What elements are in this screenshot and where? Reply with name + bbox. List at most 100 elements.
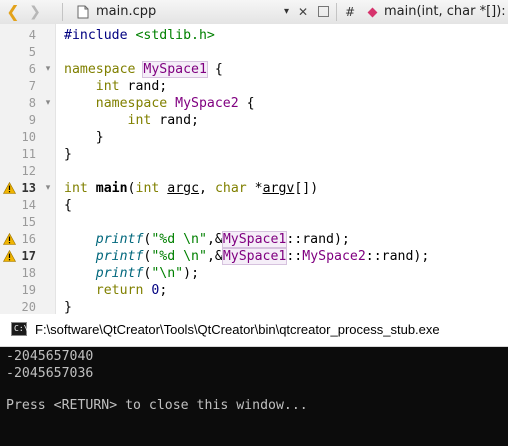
code-token: ::rand); [286, 232, 350, 247]
console-window[interactable]: C:\ F:\software\QtCreator\Tools\QtCreato… [0, 314, 508, 446]
code-token: ,& [206, 249, 223, 264]
code-token: []) [294, 181, 319, 196]
code-line[interactable]: 4 #include <stdlib.h> [0, 27, 508, 44]
code-token: :: [286, 249, 303, 264]
code-token: { [64, 198, 72, 213]
code-token: MySpace1 [221, 248, 288, 265]
line-number: 12 [21, 164, 36, 178]
code-token: , [199, 181, 215, 196]
code-token: ::rand); [365, 249, 430, 264]
line-number: 7 [28, 79, 36, 93]
line-number: 13 [21, 181, 36, 195]
fold-marker-icon[interactable]: ▾ [43, 95, 53, 112]
code-token: main [95, 181, 128, 196]
code-line[interactable]: 7 int rand; [0, 78, 508, 95]
code-token: printf [95, 249, 144, 264]
code-token: "%d \n" [151, 232, 207, 247]
code-token: MySpace2 [302, 249, 366, 264]
code-text: { [64, 197, 72, 214]
code-line[interactable]: 17 printf("%d \n",&MySpace1::MySpace2::r… [0, 248, 508, 265]
code-text: namespace MySpace2 { [64, 95, 255, 112]
line-number: 5 [28, 45, 36, 59]
code-line[interactable]: 18 printf("\n"); [0, 265, 508, 282]
console-prompt-line: Press <RETURN> to close this window... [6, 398, 308, 413]
code-token: MySpace1 [142, 61, 208, 78]
toolbar-divider [62, 3, 63, 21]
code-token: ); [183, 266, 200, 281]
code-line[interactable]: 5 [0, 44, 508, 61]
line-number: 10 [21, 130, 36, 144]
forward-arrow-icon[interactable]: ❯ [28, 0, 42, 24]
fold-marker-icon[interactable]: ▾ [43, 180, 53, 197]
code-token: return [95, 283, 144, 298]
line-number: 18 [21, 266, 36, 280]
line-number: 15 [21, 215, 36, 229]
code-token: <stdlib.h> [135, 28, 215, 43]
line-number: 14 [21, 198, 36, 212]
code-token: int [64, 181, 88, 196]
code-line[interactable]: 20} [0, 299, 508, 314]
code-line[interactable]: 12 [0, 163, 508, 180]
code-line[interactable]: 10 } [0, 129, 508, 146]
code-editor[interactable]: 4 #include <stdlib.h> 5 6 ▾ namespace MySpace… [0, 24, 508, 314]
line-number: 9 [28, 113, 36, 127]
code-token: } [64, 147, 72, 162]
code-token: int [95, 79, 120, 94]
line-number: 8 [28, 96, 36, 110]
back-arrow-icon[interactable]: ❮ [2, 0, 24, 24]
console-icon-label: C:\ [14, 324, 29, 333]
function-symbol-icon [367, 7, 378, 18]
code-line[interactable]: 8 ▾ namespace MySpace2 { [0, 95, 508, 112]
fold-marker-icon[interactable]: ▾ [43, 61, 53, 78]
code-token: namespace [95, 96, 176, 111]
current-symbol-selector[interactable]: main(int, char *[]): int [384, 0, 508, 24]
line-number: 11 [21, 147, 36, 161]
code-text: return 0; [64, 282, 168, 299]
code-line[interactable]: 14 { [0, 197, 508, 214]
code-text: printf("%d \n",&MySpace1::rand); [64, 231, 350, 248]
split-editor-icon[interactable] [318, 6, 329, 17]
file-dropdown-icon[interactable]: ▾ [284, 0, 289, 24]
code-token: * [246, 181, 263, 196]
code-token: rand; [119, 79, 168, 94]
close-file-icon[interactable]: ✕ [298, 0, 308, 24]
code-line[interactable]: 6 ▾ namespace MySpace1 { [0, 61, 508, 78]
code-token: } [64, 300, 72, 314]
code-line[interactable]: 13 ▾ int main(int argc, char *argv[]) [0, 180, 508, 197]
code-line[interactable]: 16 printf("%d \n",&MySpace1::rand); [0, 231, 508, 248]
code-line[interactable]: 11} [0, 146, 508, 163]
cpp-file-icon [77, 5, 89, 19]
code-token: } [64, 130, 104, 145]
toolbar-divider [336, 3, 337, 21]
console-output-line: -2045657036 [6, 366, 94, 381]
code-line[interactable]: 9 int rand; [0, 112, 508, 129]
editor-tab-bar: ❮ ❯ main.cpp ▾ ✕ # main(int, char *[]): … [0, 0, 508, 25]
code-text: int main(int argc, char *argv[]) [64, 180, 318, 197]
code-token: printf [95, 266, 144, 281]
console-title-bar[interactable]: C:\ F:\software\QtCreator\Tools\QtCreato… [0, 314, 508, 347]
code-token: { [206, 62, 223, 77]
code-token: namespace [64, 62, 144, 77]
code-line[interactable]: 19 return 0; [0, 282, 508, 299]
code-text: int rand; [64, 112, 199, 129]
symbol-hash-icon: # [345, 5, 356, 19]
open-file-name[interactable]: main.cpp [96, 0, 156, 24]
code-token: MySpace1 [221, 231, 288, 248]
code-token: "%d \n" [151, 249, 207, 264]
code-token: char [214, 181, 247, 196]
code-token: argc [167, 181, 200, 196]
code-text: } [64, 146, 72, 163]
code-text: int rand; [64, 78, 167, 95]
line-number: 17 [21, 249, 36, 263]
code-text: } [64, 129, 104, 146]
code-line[interactable]: 15 [0, 214, 508, 231]
line-number: 20 [21, 300, 36, 314]
line-number: 19 [21, 283, 36, 297]
code-text: #include <stdlib.h> [64, 27, 215, 44]
